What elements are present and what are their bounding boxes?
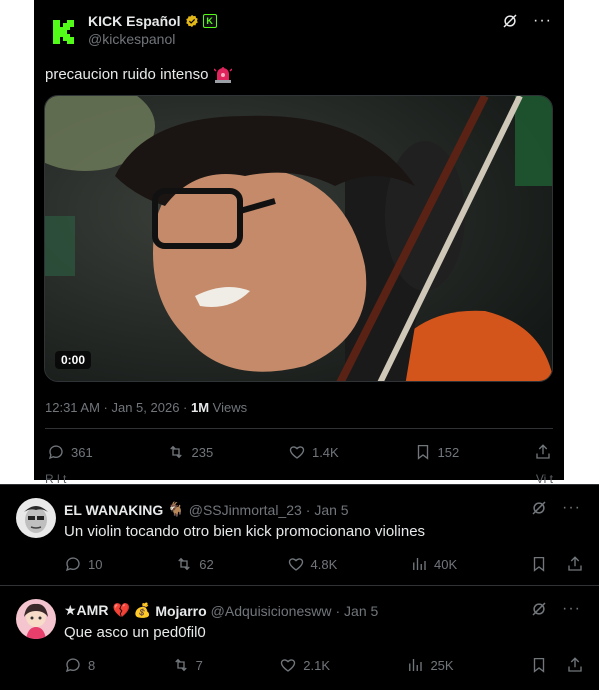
- more-options-icon[interactable]: ···: [533, 12, 552, 30]
- divider: [45, 428, 553, 429]
- reply-icon: [65, 658, 80, 673]
- reply-date[interactable]: · Jan 5: [306, 502, 349, 518]
- kick-logo-avatar[interactable]: [44, 12, 84, 52]
- tweet-actions: 361 235 1.4K 152: [47, 443, 552, 461]
- share-icon: [536, 444, 550, 459]
- reply-button[interactable]: 361: [47, 443, 93, 461]
- video-frame-image: [45, 96, 552, 381]
- like-button[interactable]: 4.8K: [287, 555, 338, 573]
- tweet-timestamp[interactable]: 12:31 AM · Jan 5, 2026 ·: [45, 400, 191, 415]
- reply-right-actions: [530, 555, 584, 573]
- avatar[interactable]: [16, 599, 56, 639]
- like-count: 4.8K: [310, 556, 338, 572]
- repost-icon: [178, 557, 190, 571]
- views-count: 25K: [430, 657, 454, 673]
- tweet-top-icons: ···: [501, 12, 552, 30]
- analytics-icon: [409, 659, 423, 671]
- share-icon[interactable]: [566, 656, 584, 674]
- views-button[interactable]: 25K: [406, 656, 454, 674]
- money-bag-emoji: 💰: [133, 602, 152, 618]
- bookmark-icon[interactable]: [530, 555, 548, 573]
- video-player[interactable]: 0:00: [44, 95, 553, 382]
- reply-count: 8: [88, 657, 96, 673]
- goat-emoji: 🐐: [167, 501, 185, 517]
- author-name-text[interactable]: KICK Español: [88, 13, 181, 29]
- author-name[interactable]: KICK Español K: [88, 13, 217, 29]
- reply-date[interactable]: · Jan 5: [335, 603, 378, 619]
- avatar[interactable]: [16, 498, 56, 538]
- reply-top-icons: ···: [530, 499, 581, 517]
- grok-icon[interactable]: [530, 600, 548, 618]
- repost-icon: [170, 445, 183, 459]
- reply-button[interactable]: 8: [64, 656, 95, 674]
- kick-affiliate-badge-icon: K: [202, 14, 217, 28]
- reply-author-name-prefix[interactable]: ★AMR: [64, 602, 108, 619]
- repost-count: 235: [191, 444, 214, 460]
- main-tweet: KICK Español K @kickespanol ··· precauci…: [34, 0, 564, 486]
- reply-text: Que asco un ped0fil0: [64, 624, 206, 641]
- repost-icon: [174, 658, 187, 672]
- tweet-text: precaucion ruido intenso: [45, 66, 233, 83]
- reply-icon: [65, 557, 80, 572]
- reply-button[interactable]: 10: [64, 555, 102, 573]
- reply-count: 361: [71, 444, 93, 460]
- reply-actions: 8 7 2.1K 25K: [64, 656, 584, 674]
- like-button[interactable]: 2.1K: [279, 656, 330, 674]
- repost-button[interactable]: 62: [175, 555, 214, 573]
- reply-count: 10: [88, 556, 103, 572]
- views-count: 1M: [190, 400, 210, 415]
- broken-heart-emoji: 💔: [112, 602, 130, 618]
- bookmark-button[interactable]: 152: [414, 443, 460, 461]
- tweet-text-content: precaucion ruido intenso: [45, 66, 209, 83]
- reply-author-name[interactable]: EL WANAKING: [64, 502, 163, 518]
- reply-icon: [48, 445, 63, 460]
- replies-list: EL WANAKING 🐐 @SSJinmortal_23 · Jan 5 ··…: [0, 484, 599, 690]
- heart-icon: [288, 558, 303, 571]
- more-options-icon[interactable]: ···: [562, 600, 581, 618]
- repost-button[interactable]: 235: [167, 443, 213, 461]
- repost-button[interactable]: 7: [172, 656, 203, 674]
- author-handle[interactable]: @kickespanol: [88, 31, 175, 47]
- grok-icon[interactable]: [530, 499, 548, 517]
- share-icon[interactable]: [566, 555, 584, 573]
- bookmark-count: 152: [437, 444, 460, 460]
- reply-actions: 10 62 4.8K 40K: [64, 555, 584, 573]
- reply-right-actions: [530, 656, 584, 674]
- views-button[interactable]: 40K: [410, 555, 457, 573]
- reply-author-name[interactable]: Mojarro: [155, 603, 206, 619]
- tweet-meta: 12:31 AM · Jan 5, 2026 · 1M Views: [45, 400, 247, 415]
- like-count: 2.1K: [303, 657, 331, 673]
- reply-item[interactable]: EL WANAKING 🐐 @SSJinmortal_23 · Jan 5 ··…: [0, 484, 599, 584]
- heart-icon: [281, 659, 296, 672]
- reply-text: Un violin tocando otro bien kick promoci…: [64, 523, 426, 540]
- views-label: Views: [209, 400, 248, 415]
- like-count: 1.4K: [311, 444, 339, 460]
- share-button[interactable]: [534, 443, 552, 461]
- more-options-icon[interactable]: ···: [562, 499, 581, 517]
- repost-count: 7: [195, 657, 203, 673]
- siren-emoji-icon: [214, 66, 233, 83]
- reply-header: ★AMR 💔 💰 Mojarro @Adquisicionesww · Jan …: [64, 602, 378, 619]
- heart-icon: [289, 446, 305, 459]
- verified-badge-icon: [185, 14, 198, 28]
- repost-count: 62: [199, 556, 214, 572]
- reply-header: EL WANAKING 🐐 @SSJinmortal_23 · Jan 5: [64, 501, 349, 518]
- like-button[interactable]: 1.4K: [288, 443, 339, 461]
- reply-top-icons: ···: [530, 600, 581, 618]
- reply-author-handle[interactable]: @Adquisicionesww: [211, 603, 332, 619]
- video-time: 0:00: [55, 351, 92, 369]
- bookmark-icon[interactable]: [530, 656, 548, 674]
- bookmark-icon: [417, 444, 428, 460]
- views-count: 40K: [434, 556, 458, 572]
- grok-icon[interactable]: [501, 12, 519, 30]
- reply-author-handle[interactable]: @SSJinmortal_23: [189, 502, 302, 518]
- analytics-icon: [413, 558, 426, 570]
- reply-item[interactable]: ★AMR 💔 💰 Mojarro @Adquisicionesww · Jan …: [0, 585, 599, 685]
